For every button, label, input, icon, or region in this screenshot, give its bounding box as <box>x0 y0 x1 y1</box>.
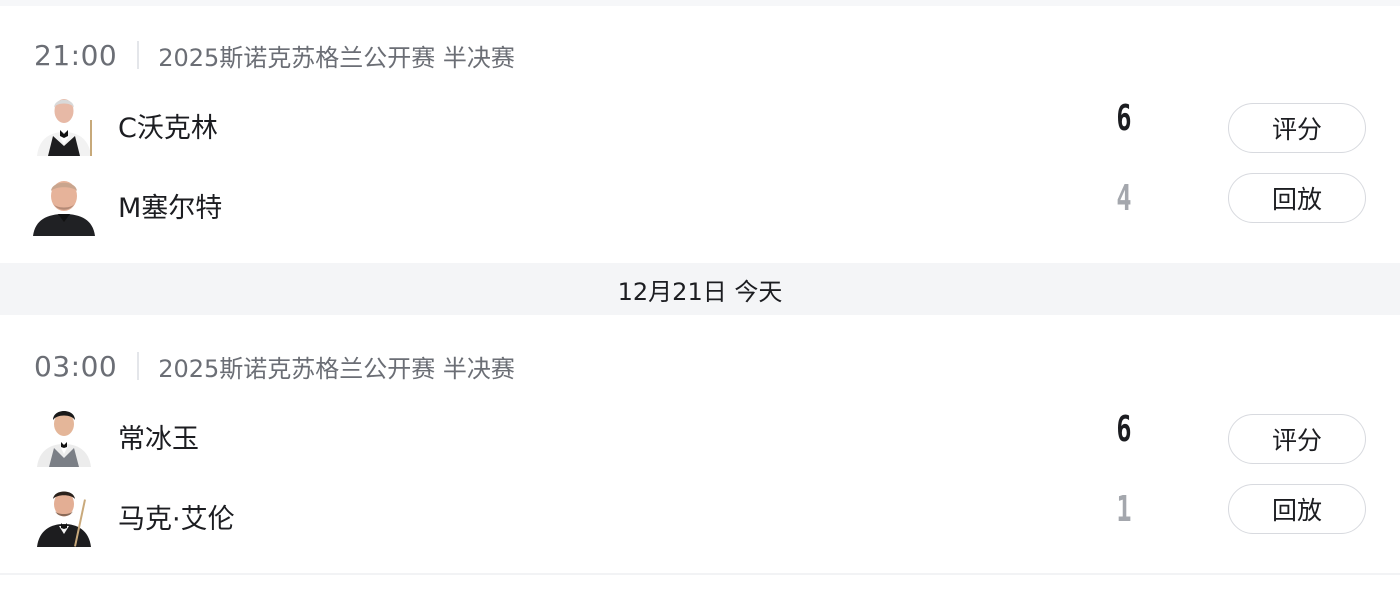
header-divider <box>137 352 140 380</box>
player-row[interactable]: C沃克林 6 评分 <box>0 94 1400 164</box>
replay-button[interactable]: 回放 <box>1228 173 1366 223</box>
player-score: 6 <box>1116 98 1132 139</box>
player-name[interactable]: 马克·艾伦 <box>118 497 235 536</box>
date-separator: 12月21日 今天 <box>0 263 1400 315</box>
player-name[interactable]: M塞尔特 <box>118 186 222 225</box>
player-row[interactable]: 马克·艾伦 1 回放 <box>0 484 1400 555</box>
player-name[interactable]: C沃克林 <box>118 106 218 145</box>
player-score: 6 <box>1116 409 1132 450</box>
player-avatar-icon <box>33 174 95 236</box>
match-time: 21:00 <box>34 38 118 72</box>
match-schedule-page: 21:00 2025斯诺克苏格兰公开赛 半决赛 C沃克林 6 评分 M塞尔特 4… <box>0 0 1400 589</box>
match-card[interactable]: 21:00 2025斯诺克苏格兰公开赛 半决赛 C沃克林 6 评分 M塞尔特 4… <box>0 0 1400 250</box>
match-card[interactable]: 03:00 2025斯诺克苏格兰公开赛 半决赛 常冰玉 6 评分 马克·艾伦 1… <box>0 311 1400 561</box>
match-title: 2025斯诺克苏格兰公开赛 半决赛 <box>158 43 515 72</box>
header-divider <box>137 41 140 69</box>
player-avatar-icon <box>33 94 95 156</box>
player-score: 1 <box>1116 489 1132 530</box>
bottom-divider <box>0 573 1400 575</box>
rate-button[interactable]: 评分 <box>1228 103 1366 153</box>
player-name[interactable]: 常冰玉 <box>118 417 199 456</box>
player-avatar-icon <box>33 405 95 467</box>
match-time: 03:00 <box>34 349 118 383</box>
match-header: 21:00 2025斯诺克苏格兰公开赛 半决赛 <box>34 38 515 72</box>
player-avatar-icon <box>33 485 95 547</box>
match-header: 03:00 2025斯诺克苏格兰公开赛 半决赛 <box>34 349 515 383</box>
player-row[interactable]: 常冰玉 6 评分 <box>0 405 1400 475</box>
player-row[interactable]: M塞尔特 4 回放 <box>0 173 1400 244</box>
replay-button[interactable]: 回放 <box>1228 484 1366 534</box>
rate-button[interactable]: 评分 <box>1228 414 1366 464</box>
player-score: 4 <box>1116 178 1132 219</box>
match-title: 2025斯诺克苏格兰公开赛 半决赛 <box>158 354 515 383</box>
